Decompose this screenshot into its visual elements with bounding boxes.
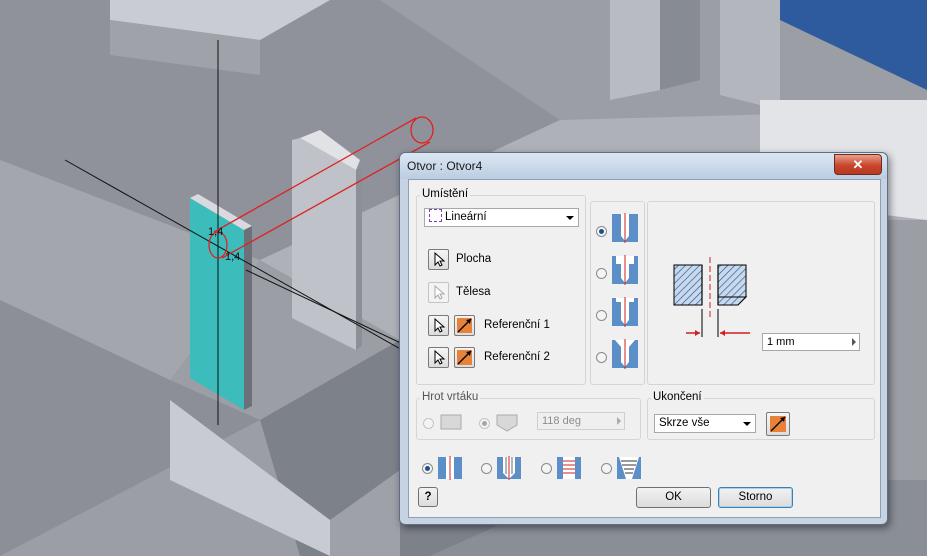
linear-placement-icon <box>429 209 442 222</box>
hole-kind-taper-radio[interactable] <box>601 463 612 474</box>
reference1-label: Referenční 1 <box>484 319 550 331</box>
hole-section-preview <box>673 257 750 337</box>
hole-type-spotface-radio[interactable] <box>596 310 607 321</box>
cursor-arrow-icon <box>434 284 446 300</box>
drill-angle-input: 118 deg <box>537 412 625 430</box>
chevron-right-icon <box>852 338 856 346</box>
placement-type-select[interactable]: Lineární <box>424 208 579 227</box>
drill-point-group: Hrot vrtáku 118 deg <box>416 391 641 440</box>
placement-group: Umístění Lineární Plocha Tělesa Referenč… <box>416 188 586 385</box>
ok-button[interactable]: OK <box>636 487 711 508</box>
ok-button-label: OK <box>665 491 682 503</box>
spotface-hole-icon[interactable] <box>611 297 639 327</box>
hole-type-counterbore-radio[interactable] <box>596 268 607 279</box>
countersink-hole-icon[interactable] <box>611 339 639 369</box>
hole-kind-clearance-radio[interactable] <box>481 463 492 474</box>
help-button[interactable]: ? <box>418 487 438 507</box>
chevron-down-icon <box>566 216 574 220</box>
drill-point-flat-radio <box>423 418 434 429</box>
sketch-dimension-1[interactable]: 1,4 <box>208 226 223 238</box>
diameter-input[interactable]: 1 mm <box>762 333 860 351</box>
diameter-value: 1 mm <box>767 336 795 348</box>
cursor-arrow-icon <box>434 251 446 267</box>
reference2-select-button[interactable] <box>428 347 449 368</box>
hole-type-countersink-radio[interactable] <box>596 352 607 363</box>
placement-group-label: Umístění <box>420 188 471 200</box>
cursor-arrow-icon <box>434 349 446 365</box>
reference1-flip-button[interactable] <box>454 315 475 336</box>
chevron-right-icon <box>617 417 621 425</box>
drill-angle-value: 118 deg <box>542 415 581 427</box>
cancel-button[interactable]: Storno <box>718 487 793 508</box>
hole-kind-simple-radio[interactable] <box>422 463 433 474</box>
termination-group-label: Ukončení <box>651 391 704 403</box>
face-select-button[interactable] <box>428 249 449 270</box>
cursor-arrow-icon <box>434 317 446 333</box>
solids-select-button <box>428 282 449 303</box>
hole-type-group <box>590 201 645 385</box>
drill-point-angle-radio <box>479 418 490 429</box>
chevron-down-icon <box>743 422 751 426</box>
reference2-label: Referenční 2 <box>484 351 550 363</box>
close-button[interactable]: ✕ <box>834 154 882 175</box>
taper-tapped-hole-icon[interactable] <box>616 456 642 480</box>
drill-point-group-label: Hrot vrtáku <box>420 391 481 403</box>
dialog-titlebar[interactable]: Otvor : Otvor4 ✕ <box>400 153 887 179</box>
clearance-hole-icon[interactable] <box>496 456 522 480</box>
cancel-button-label: Storno <box>738 491 773 503</box>
hole-kind-tapped-radio[interactable] <box>541 463 552 474</box>
hole-preview-panel: 1 mm <box>647 201 875 385</box>
simple-hole-icon[interactable] <box>437 456 463 480</box>
flip-direction-icon <box>770 416 786 432</box>
flip-direction-icon <box>457 318 472 333</box>
flat-drill-point-icon <box>440 414 462 430</box>
reference1-select-button[interactable] <box>428 315 449 336</box>
termination-value: Skrze vše <box>659 417 710 429</box>
flip-direction-icon <box>457 350 472 365</box>
hole-type-drilled-radio[interactable] <box>596 226 607 237</box>
sketch-dimension-2[interactable]: 1,4 <box>225 251 240 263</box>
hole-dialog: Otvor : Otvor4 ✕ Umístění Lineární Ploch… <box>399 152 888 525</box>
termination-select[interactable]: Skrze vše <box>654 414 756 433</box>
reference2-flip-button[interactable] <box>454 347 475 368</box>
counterbore-hole-icon[interactable] <box>611 255 639 285</box>
drilled-hole-icon[interactable] <box>611 213 639 243</box>
dialog-client: Umístění Lineární Plocha Tělesa Referenč… <box>408 179 881 518</box>
solids-label: Tělesa <box>456 286 491 298</box>
dialog-title: Otvor : Otvor4 <box>407 159 483 173</box>
help-icon: ? <box>424 491 432 503</box>
tapped-hole-icon[interactable] <box>556 456 582 480</box>
angle-drill-point-icon <box>496 414 518 432</box>
face-label: Plocha <box>456 253 492 265</box>
close-icon: ✕ <box>852 157 864 172</box>
termination-flip-button[interactable] <box>766 412 790 436</box>
placement-type-value: Lineární <box>445 211 487 223</box>
termination-group: Ukončení Skrze vše <box>647 391 875 440</box>
